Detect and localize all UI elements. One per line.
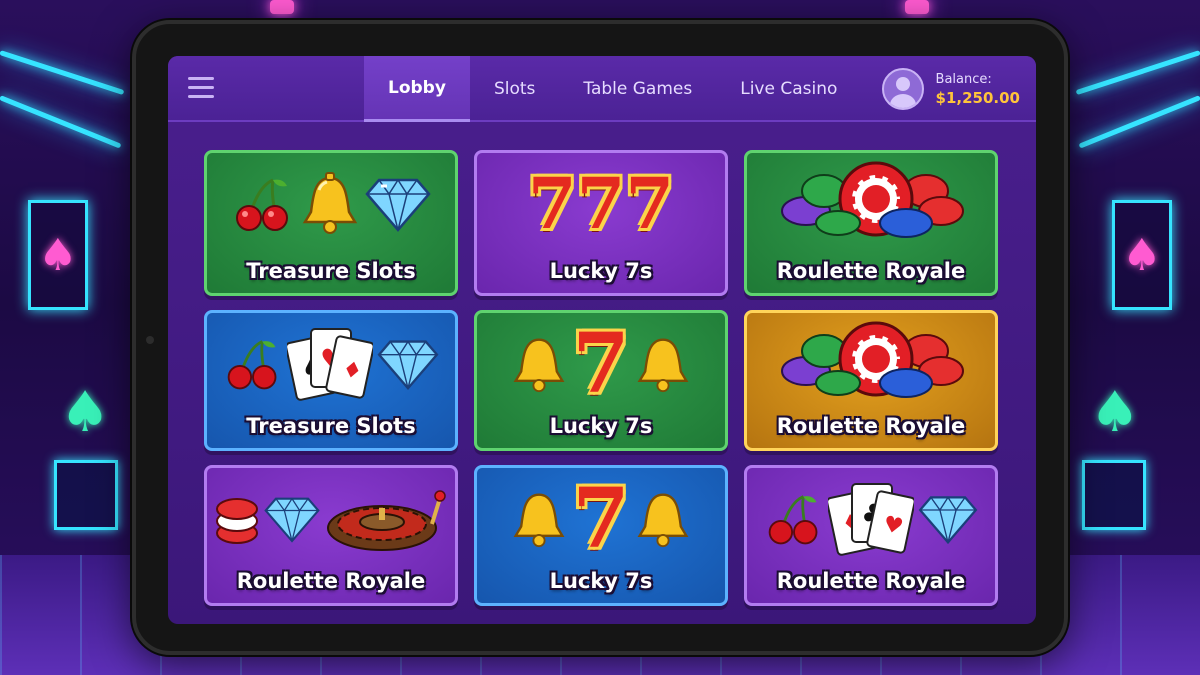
balance-block: Balance: $1,250.00 bbox=[936, 72, 1020, 107]
game-title: Lucky 7s bbox=[549, 414, 653, 438]
game-card-lucky-7s[interactable]: 777 Lucky 7s bbox=[474, 150, 728, 296]
game-card-treasure-slots[interactable]: Treasure Slots bbox=[204, 150, 458, 296]
spade-icon: ♠ bbox=[38, 229, 78, 281]
hamburger-menu-icon[interactable] bbox=[188, 77, 214, 99]
game-title: Roulette Royale bbox=[776, 569, 966, 593]
game-art: ♦♣♥ bbox=[747, 476, 995, 562]
game-art bbox=[207, 476, 455, 562]
diamond-icon bbox=[377, 336, 439, 392]
pixel-spade-icon: ♠ bbox=[1089, 380, 1140, 445]
tab-table-games[interactable]: Table Games bbox=[559, 56, 716, 122]
game-art: 777 bbox=[477, 161, 725, 247]
casino-chips-icon bbox=[776, 321, 966, 407]
game-card-treasure-slots[interactable]: ♠♥♦ Treasure Slots bbox=[204, 310, 458, 451]
game-art bbox=[207, 161, 455, 247]
camera-icon bbox=[146, 336, 154, 344]
game-title: Lucky 7s bbox=[549, 569, 653, 593]
diamond-icon bbox=[918, 492, 978, 546]
casino-chips-icon bbox=[776, 161, 966, 247]
neon-strip bbox=[1078, 95, 1200, 149]
game-card-roulette-royale[interactable]: Roulette Royale bbox=[744, 150, 998, 296]
casino-chips-icon bbox=[214, 491, 260, 547]
game-title: Treasure Slots bbox=[246, 259, 416, 283]
pixel-spade-icon: ♠ bbox=[60, 380, 111, 445]
game-grid: Treasure Slots 777 Lucky 7s Roulette Roy… bbox=[204, 150, 1002, 606]
seven-icon: 7 bbox=[572, 316, 630, 412]
game-title: Lucky 7s bbox=[549, 259, 653, 283]
game-art: 7 bbox=[477, 476, 725, 562]
cherries-icon bbox=[231, 172, 295, 236]
neon-strip bbox=[270, 0, 294, 14]
game-title: Roulette Royale bbox=[236, 569, 426, 593]
game-card-roulette-royale[interactable]: Roulette Royale bbox=[204, 465, 458, 606]
game-title: Treasure Slots bbox=[246, 414, 416, 438]
tab-live-casino[interactable]: Live Casino bbox=[716, 56, 861, 122]
neon-strip bbox=[0, 95, 122, 149]
bell-icon bbox=[510, 489, 568, 549]
account-summary: Balance: $1,250.00 bbox=[881, 66, 1020, 112]
casino-app-screen: Lobby Slots Table Games Live Casino Bala… bbox=[168, 56, 1036, 624]
neon-strip bbox=[905, 0, 929, 14]
spade-icon: ♠ bbox=[1122, 229, 1162, 281]
game-art: ♠♥♦ bbox=[207, 321, 455, 407]
pedestal-right bbox=[1082, 460, 1146, 530]
balance-label: Balance: bbox=[935, 71, 992, 87]
bell-icon bbox=[299, 172, 361, 236]
cherries-icon bbox=[764, 487, 824, 551]
playing-cards-icon: ♠♥♦ bbox=[287, 325, 373, 403]
bell-icon bbox=[634, 489, 692, 549]
game-card-lucky-7s[interactable]: 7 Lucky 7s bbox=[474, 310, 728, 451]
tab-slots[interactable]: Slots bbox=[470, 56, 559, 122]
game-title: Roulette Royale bbox=[776, 259, 966, 283]
top-navigation-bar: Lobby Slots Table Games Live Casino Bala… bbox=[168, 56, 1036, 122]
neon-strip bbox=[1075, 50, 1200, 96]
user-avatar-icon[interactable] bbox=[881, 68, 924, 110]
game-art bbox=[747, 161, 995, 247]
cherries-icon bbox=[223, 332, 283, 396]
bell-icon bbox=[510, 334, 568, 394]
game-card-roulette-royale[interactable]: Roulette Royale bbox=[744, 310, 998, 451]
triple-seven-icon: 777 bbox=[527, 162, 675, 245]
nav-tabs: Lobby Slots Table Games Live Casino bbox=[364, 56, 861, 122]
tab-lobby[interactable]: Lobby bbox=[364, 56, 470, 122]
game-card-roulette-royale[interactable]: ♦♣♥ Roulette Royale bbox=[744, 465, 998, 606]
game-art bbox=[747, 321, 995, 407]
arcade-panel-left: ♠ bbox=[28, 200, 88, 310]
tablet-device: Lobby Slots Table Games Live Casino Bala… bbox=[132, 20, 1068, 655]
playing-cards-icon: ♦♣♥ bbox=[828, 480, 914, 558]
diamond-icon bbox=[365, 174, 431, 234]
diamond-icon bbox=[264, 493, 320, 545]
neon-strip bbox=[0, 50, 125, 96]
roulette-wheel-icon bbox=[324, 484, 448, 554]
game-card-lucky-7s[interactable]: 7 Lucky 7s bbox=[474, 465, 728, 606]
game-art: 7 bbox=[477, 321, 725, 407]
balance-value: $1,250.00 bbox=[935, 88, 1020, 107]
pedestal-left bbox=[54, 460, 118, 530]
game-title: Roulette Royale bbox=[776, 414, 966, 438]
bell-icon bbox=[634, 334, 692, 394]
seven-icon: 7 bbox=[572, 471, 630, 567]
arcade-panel-right: ♠ bbox=[1112, 200, 1172, 310]
